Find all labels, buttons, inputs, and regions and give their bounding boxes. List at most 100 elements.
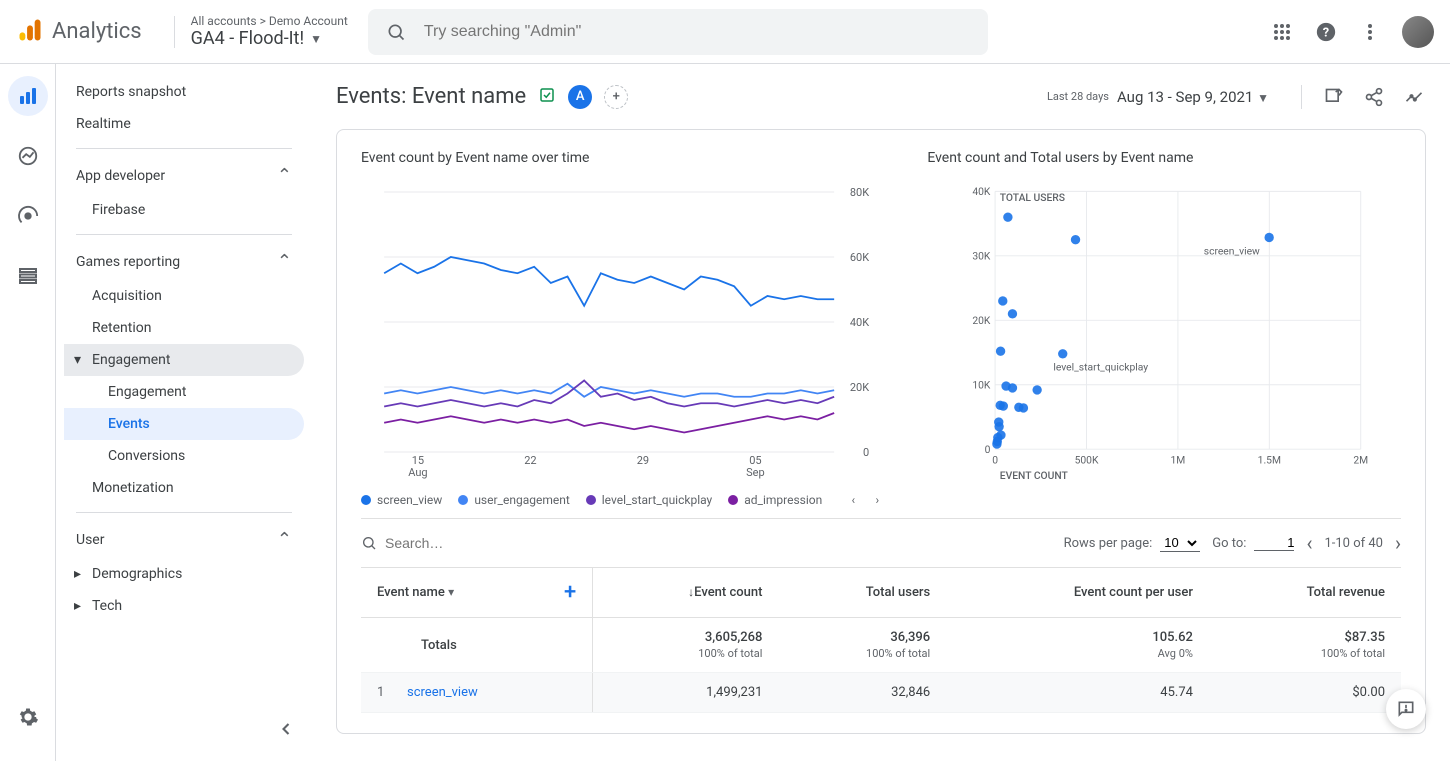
svg-text:500K: 500K	[1075, 453, 1099, 466]
rail-explore-icon[interactable]	[8, 136, 48, 176]
feedback-button[interactable]	[1386, 689, 1426, 729]
divider	[174, 16, 175, 48]
legend-item-screen_view[interactable]: screen_view	[361, 493, 442, 507]
svg-text:1.5M: 1.5M	[1258, 453, 1281, 466]
more-vert-icon[interactable]	[1358, 20, 1382, 44]
col-total-revenue[interactable]: Total revenue	[1209, 568, 1401, 618]
add-segment-button[interactable]: +	[604, 85, 628, 109]
legend-item-user_engagement[interactable]: user_engagement	[458, 493, 569, 507]
search-icon	[384, 20, 408, 44]
nav-rail	[0, 64, 56, 761]
sidebar-item-retention[interactable]: Retention	[64, 312, 304, 344]
date-range-label: Last 28 days	[1047, 90, 1109, 103]
sidebar-item-user[interactable]: User⌃	[64, 521, 304, 558]
scatter-chart-title: Event count and Total users by Event nam…	[927, 150, 1401, 166]
app-header: Analytics All accounts > Demo Account GA…	[0, 0, 1450, 64]
legend-item-ad_impression[interactable]: ad_impression	[728, 493, 822, 507]
sidebar-item-games-reporting[interactable]: Games reporting⌃	[64, 243, 304, 280]
table-search[interactable]	[361, 535, 1052, 551]
svg-text:?: ?	[1323, 25, 1329, 40]
content-header: Events: Event name A + Last 28 days Aug …	[336, 64, 1426, 129]
goto-page[interactable]: Go to:	[1212, 535, 1294, 551]
search-bar[interactable]	[368, 9, 988, 55]
apps-icon[interactable]	[1270, 20, 1294, 44]
page-next-icon[interactable]: ›	[1395, 531, 1401, 555]
rail-configure-icon[interactable]	[8, 256, 48, 296]
svg-text:30K: 30K	[973, 250, 992, 263]
svg-text:2M: 2M	[1354, 453, 1369, 466]
collapse-sidebar-button[interactable]	[270, 713, 302, 745]
sidebar-item-firebase[interactable]: Firebase	[64, 194, 304, 226]
sidebar-item-acquisition[interactable]: Acquisition	[64, 280, 304, 312]
rpp-label: Rows per page:	[1064, 536, 1153, 551]
col-count-per-user[interactable]: Event count per user	[946, 568, 1209, 618]
help-icon[interactable]: ?	[1314, 20, 1338, 44]
sidebar-item-label: Monetization	[92, 480, 174, 496]
svg-text:22: 22	[524, 454, 536, 467]
sidebar-item-monetization[interactable]: Monetization	[64, 472, 304, 504]
svg-text:0: 0	[863, 446, 869, 459]
col-event-count[interactable]: ↓Event count	[593, 568, 779, 618]
table-search-input[interactable]	[385, 535, 585, 551]
sidebar-item-label: Engagement	[108, 384, 186, 400]
sidebar-item-conversions[interactable]: Conversions	[64, 440, 304, 472]
legend-prev-icon[interactable]: ‹	[843, 490, 863, 510]
sidebar-separator	[76, 148, 292, 149]
legend-dot-icon	[586, 495, 596, 505]
segment-chip[interactable]: A	[568, 85, 592, 109]
legend-item-level_start_quickplay[interactable]: level_start_quickplay	[586, 493, 712, 507]
svg-text:29: 29	[637, 454, 649, 467]
events-table: Event name ▾ + ↓Event count Total users …	[361, 567, 1401, 713]
sidebar-item-events[interactable]: Events	[64, 408, 304, 440]
col-total-users[interactable]: Total users	[778, 568, 946, 618]
line-chart-legend: screen_view user_engagement level_start_qu…	[361, 490, 887, 510]
svg-text:TOTAL USERS: TOTAL USERS	[1000, 191, 1065, 204]
rail-admin-gear-icon[interactable]	[8, 697, 48, 737]
svg-text:40K: 40K	[973, 185, 992, 198]
scatter-chart[interactable]: TOTAL USERS010K20K30K40K0500K1M1.5M2MEVE…	[927, 182, 1401, 482]
rail-advertising-icon[interactable]	[8, 196, 48, 236]
sidebar-item-reports-snapshot[interactable]: Reports snapshot	[64, 76, 304, 108]
sidebar-item-realtime[interactable]: Realtime	[64, 108, 304, 140]
legend-label: ad_impression	[744, 493, 822, 507]
chevron-down-icon: ▾	[74, 352, 81, 368]
sidebar-item-tech[interactable]: ▸Tech	[64, 590, 304, 622]
sidebar-item-label: Realtime	[76, 116, 131, 132]
sidebar-item-engagement[interactable]: ▾Engagement	[64, 344, 304, 376]
page-prev-icon[interactable]: ‹	[1306, 531, 1312, 555]
svg-text:EVENT COUNT: EVENT COUNT	[1000, 469, 1069, 482]
legend-label: user_engagement	[474, 493, 569, 507]
avatar[interactable]	[1402, 16, 1434, 48]
col-event-name[interactable]: Event name ▾ +	[361, 568, 593, 618]
sidebar-item-app-developer[interactable]: App developer⌃	[64, 157, 304, 194]
goto-input[interactable]	[1254, 535, 1294, 551]
search-input[interactable]	[424, 23, 972, 41]
rail-reports-icon[interactable]	[8, 76, 48, 116]
event-name-link[interactable]: screen_view	[407, 685, 478, 700]
add-dimension-button[interactable]: +	[564, 580, 576, 605]
insights-icon[interactable]	[1402, 85, 1426, 109]
customize-report-icon[interactable]	[1322, 85, 1346, 109]
line-chart[interactable]: 020K40K60K80K15Aug222905Sep	[361, 182, 887, 482]
rows-per-page[interactable]: Rows per page: 10	[1064, 534, 1201, 552]
date-range-picker[interactable]: Last 28 days Aug 13 - Sep 9, 2021 ▼	[1047, 88, 1269, 106]
sidebar-item-engagement[interactable]: Engagement	[64, 376, 304, 408]
legend-next-icon[interactable]: ›	[867, 490, 887, 510]
svg-text:Sep: Sep	[746, 466, 765, 479]
verified-icon	[538, 86, 556, 108]
svg-text:level_start_quickplay: level_start_quickplay	[1054, 361, 1149, 374]
caret-down-icon: ▼	[310, 32, 322, 46]
chevron-right-icon: ▸	[74, 598, 81, 614]
property-selector[interactable]: All accounts > Demo Account GA4 - Flood-…	[191, 14, 348, 49]
search-icon	[361, 535, 377, 551]
svg-text:screen_view: screen_view	[1204, 244, 1260, 257]
rpp-select[interactable]: 10	[1160, 534, 1200, 552]
share-icon[interactable]	[1362, 85, 1386, 109]
sidebar-item-demographics[interactable]: ▸Demographics	[64, 558, 304, 590]
logo[interactable]: Analytics	[16, 16, 142, 48]
date-range-value: Aug 13 - Sep 9, 2021	[1117, 88, 1253, 106]
breadcrumb-path: All accounts > Demo Account	[191, 14, 348, 28]
svg-text:60K: 60K	[850, 251, 869, 264]
product-name: Analytics	[52, 19, 142, 44]
table-row[interactable]: 1screen_view1,499,23132,84645.74$0.00	[361, 673, 1401, 713]
